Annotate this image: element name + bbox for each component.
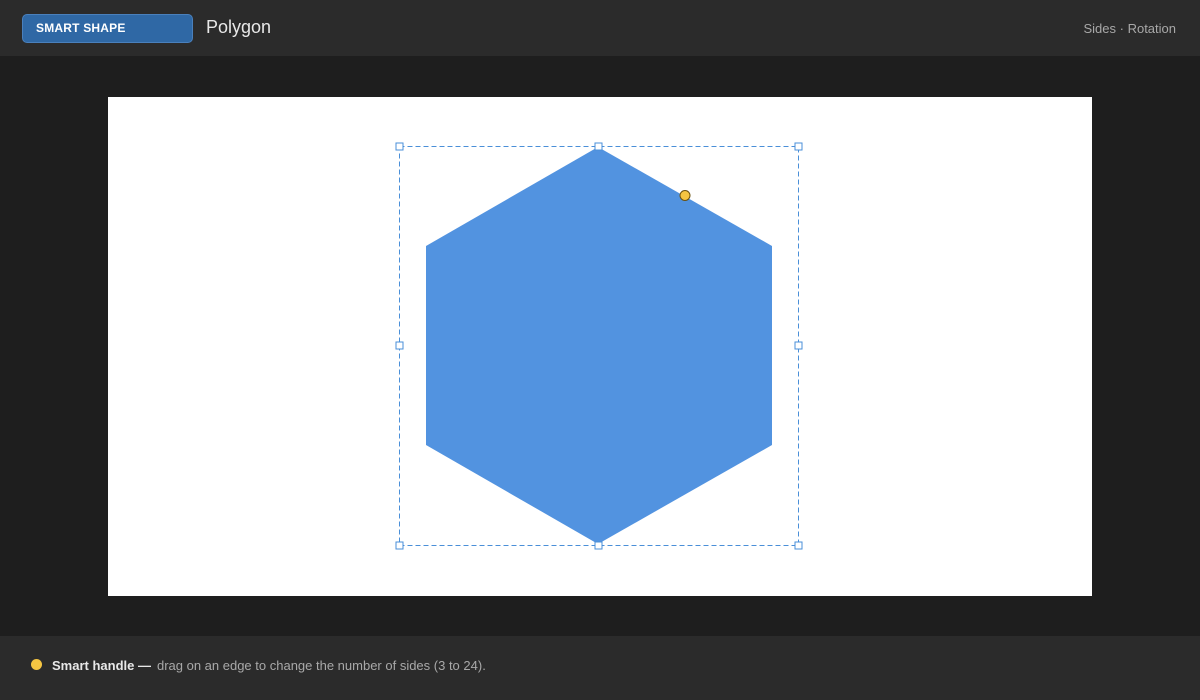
smart-handle-legend-icon bbox=[31, 659, 42, 670]
polygon-shape[interactable] bbox=[426, 147, 772, 544]
resize-handle-top[interactable] bbox=[594, 142, 603, 151]
resize-handle-right[interactable] bbox=[794, 341, 803, 350]
shape-stage bbox=[395, 142, 803, 550]
smart-handle[interactable] bbox=[679, 190, 691, 201]
resize-handle-top-left[interactable] bbox=[395, 142, 404, 151]
resize-handle-left[interactable] bbox=[395, 341, 404, 350]
resize-handle-bottom-left[interactable] bbox=[395, 541, 404, 550]
resize-handle-top-right[interactable] bbox=[794, 142, 803, 151]
resize-handle-bottom-right[interactable] bbox=[794, 541, 803, 550]
smart-handle-description: drag on an edge to change the number of … bbox=[156, 658, 486, 673]
smart-handle-label: Smart handle — bbox=[52, 658, 151, 673]
resize-handle-bottom[interactable] bbox=[594, 541, 603, 550]
footer-hint: Smart handle — drag on an edge to change … bbox=[52, 657, 486, 674]
